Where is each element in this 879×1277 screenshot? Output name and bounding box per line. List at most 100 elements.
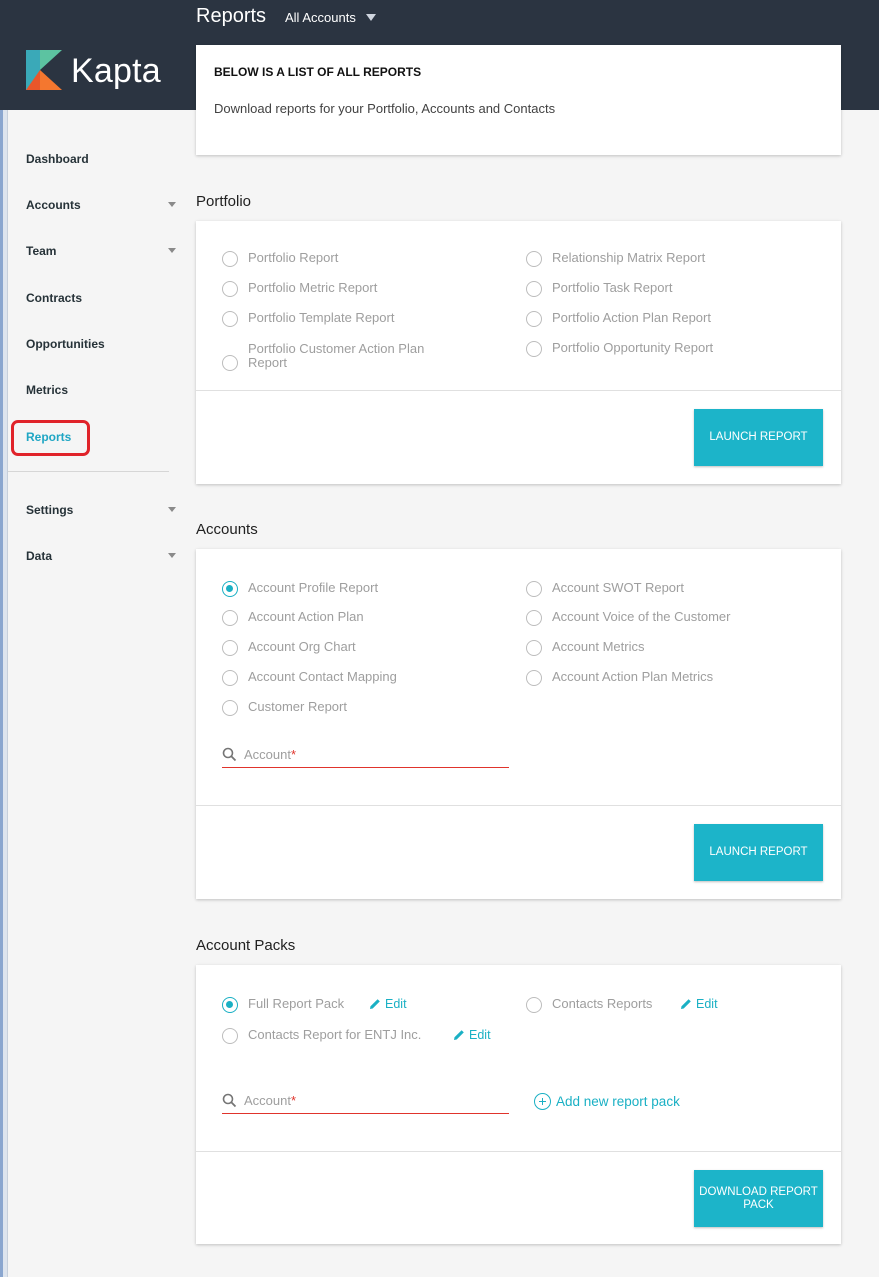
radio-button[interactable] (526, 341, 542, 357)
kapta-logo[interactable]: Kapta (26, 50, 166, 90)
card-divider (196, 805, 841, 806)
account-search-input[interactable]: Account * (222, 742, 509, 768)
sidebar-item-label: Metrics (26, 383, 69, 397)
radio-option[interactable]: Customer Report (222, 700, 347, 716)
download-report-pack-button[interactable]: DOWNLOAD REPORT PACK (694, 1170, 823, 1227)
edit-label: Edit (696, 997, 718, 1011)
radio-button[interactable] (526, 281, 542, 297)
radio-button[interactable] (526, 581, 542, 597)
option-label: Account Org Chart (248, 639, 356, 654)
radio-option[interactable]: Portfolio Template Report (222, 311, 394, 327)
sidebar-item-metrics[interactable]: Metrics (26, 383, 176, 397)
section-title-portfolio: Portfolio (196, 193, 252, 210)
radio-button[interactable] (222, 311, 238, 327)
sidebar-item-accounts[interactable]: Accounts (26, 198, 176, 212)
radio-option[interactable]: Account Org Chart (222, 640, 356, 656)
radio-button[interactable] (222, 610, 238, 626)
radio-option[interactable]: Account Contact Mapping (222, 670, 397, 686)
edit-pack-button[interactable]: Edit (453, 1028, 491, 1042)
edit-pack-button[interactable]: Edit (369, 997, 407, 1011)
option-label: Portfolio Customer Action Plan Report (248, 341, 425, 370)
sidebar-item-contracts[interactable]: Contracts (26, 291, 176, 305)
radio-option[interactable]: Account SWOT Report (526, 581, 684, 597)
sidebar-item-opportunities[interactable]: Opportunities (26, 337, 176, 351)
pencil-icon (454, 1030, 464, 1040)
radio-option[interactable]: Relationship Matrix Report (526, 251, 705, 267)
radio-button[interactable] (222, 355, 238, 371)
option-label: Account Action Plan Metrics (552, 669, 714, 684)
launch-portfolio-report-button[interactable]: LAUNCH REPORT (694, 409, 823, 466)
option-label: Portfolio Opportunity Report (552, 340, 714, 355)
edit-pack-button[interactable]: Edit (680, 997, 718, 1011)
radio-option[interactable]: Account Action Plan (222, 610, 364, 626)
option-label: Contacts Reports (552, 996, 653, 1011)
radio-button[interactable] (526, 670, 542, 686)
portfolio-card: Portfolio Report Portfolio Metric Report… (196, 221, 841, 484)
edit-label: Edit (385, 997, 407, 1011)
radio-option[interactable]: Portfolio Customer Action Plan Report (222, 342, 463, 371)
radio-button[interactable] (222, 640, 238, 656)
radio-option[interactable]: Account Action Plan Metrics (526, 670, 713, 686)
option-label: Portfolio Report (248, 250, 339, 265)
radio-option[interactable]: Portfolio Action Plan Report (526, 311, 711, 327)
radio-button[interactable] (222, 281, 238, 297)
radio-button[interactable] (526, 997, 542, 1013)
search-icon (222, 747, 237, 762)
radio-button[interactable] (222, 670, 238, 686)
add-circle-icon (534, 1093, 551, 1110)
section-title-accounts: Accounts (196, 521, 258, 538)
search-placeholder: Account (244, 1093, 291, 1108)
accounts-card: Account Profile Report Account Action Pl… (196, 549, 841, 899)
radio-button[interactable] (526, 251, 542, 267)
option-label: Portfolio Template Report (248, 310, 395, 325)
intro-card: BELOW IS A LIST OF ALL REPORTS Download … (196, 45, 841, 155)
radio-option[interactable]: Portfolio Report (222, 251, 338, 267)
sidebar-item-label: Settings (26, 503, 74, 517)
radio-option[interactable]: Portfolio Task Report (526, 281, 672, 297)
sidebar-item-label: Contracts (26, 291, 83, 305)
option-label: Account Profile Report (248, 580, 379, 595)
intro-description: Download reports for your Portfolio, Acc… (214, 101, 556, 116)
sidebar-item-data[interactable]: Data (26, 549, 176, 563)
radio-button[interactable] (526, 640, 542, 656)
search-icon (222, 1093, 237, 1108)
left-window-edge (0, 110, 8, 1277)
sidebar-item-label: Accounts (26, 198, 81, 212)
radio-option[interactable]: Account Voice of the Customer (526, 610, 730, 626)
sidebar-item-settings[interactable]: Settings (26, 503, 176, 517)
add-report-pack-button[interactable]: Add new report pack (534, 1093, 680, 1110)
radio-option[interactable]: Contacts Reports (526, 997, 652, 1013)
radio-button[interactable] (526, 311, 542, 327)
account-filter-dropdown[interactable]: All Accounts (285, 10, 376, 25)
radio-button[interactable] (222, 700, 238, 716)
option-label: Account Voice of the Customer (552, 609, 731, 624)
radio-option[interactable]: Contacts Report for ENTJ Inc. (222, 1028, 421, 1044)
sidebar-divider (8, 471, 169, 472)
intro-title: BELOW IS A LIST OF ALL REPORTS (214, 65, 422, 79)
radio-button[interactable] (526, 610, 542, 626)
sidebar: Dashboard Accounts Team Contracts Opport… (8, 110, 188, 1277)
radio-button[interactable] (222, 1028, 238, 1044)
caret-down-icon (168, 248, 176, 253)
radio-option[interactable]: Full Report Pack (222, 997, 344, 1013)
edit-label: Edit (469, 1028, 491, 1042)
sidebar-item-dashboard[interactable]: Dashboard (26, 152, 176, 166)
radio-option[interactable]: Portfolio Opportunity Report (526, 341, 713, 357)
sidebar-item-team[interactable]: Team (26, 244, 176, 258)
radio-option[interactable]: Account Metrics (526, 640, 644, 656)
radio-button[interactable] (222, 251, 238, 267)
account-packs-card: Full Report Pack Edit Contacts Reports E… (196, 965, 841, 1244)
radio-option[interactable]: Account Profile Report (222, 581, 378, 597)
option-label: Portfolio Metric Report (248, 280, 378, 295)
sidebar-item-label: Dashboard (26, 152, 89, 166)
search-placeholder: Account (244, 747, 291, 762)
launch-account-report-button[interactable]: LAUNCH REPORT (694, 824, 823, 881)
radio-button-selected[interactable] (222, 997, 238, 1013)
reports-highlight-annotation (11, 420, 90, 456)
pencil-icon (370, 999, 380, 1009)
option-label: Account Metrics (552, 639, 645, 654)
option-label: Full Report Pack (248, 996, 345, 1011)
radio-option[interactable]: Portfolio Metric Report (222, 281, 377, 297)
pack-account-search-input[interactable]: Account * (222, 1088, 509, 1114)
radio-button-selected[interactable] (222, 581, 238, 597)
